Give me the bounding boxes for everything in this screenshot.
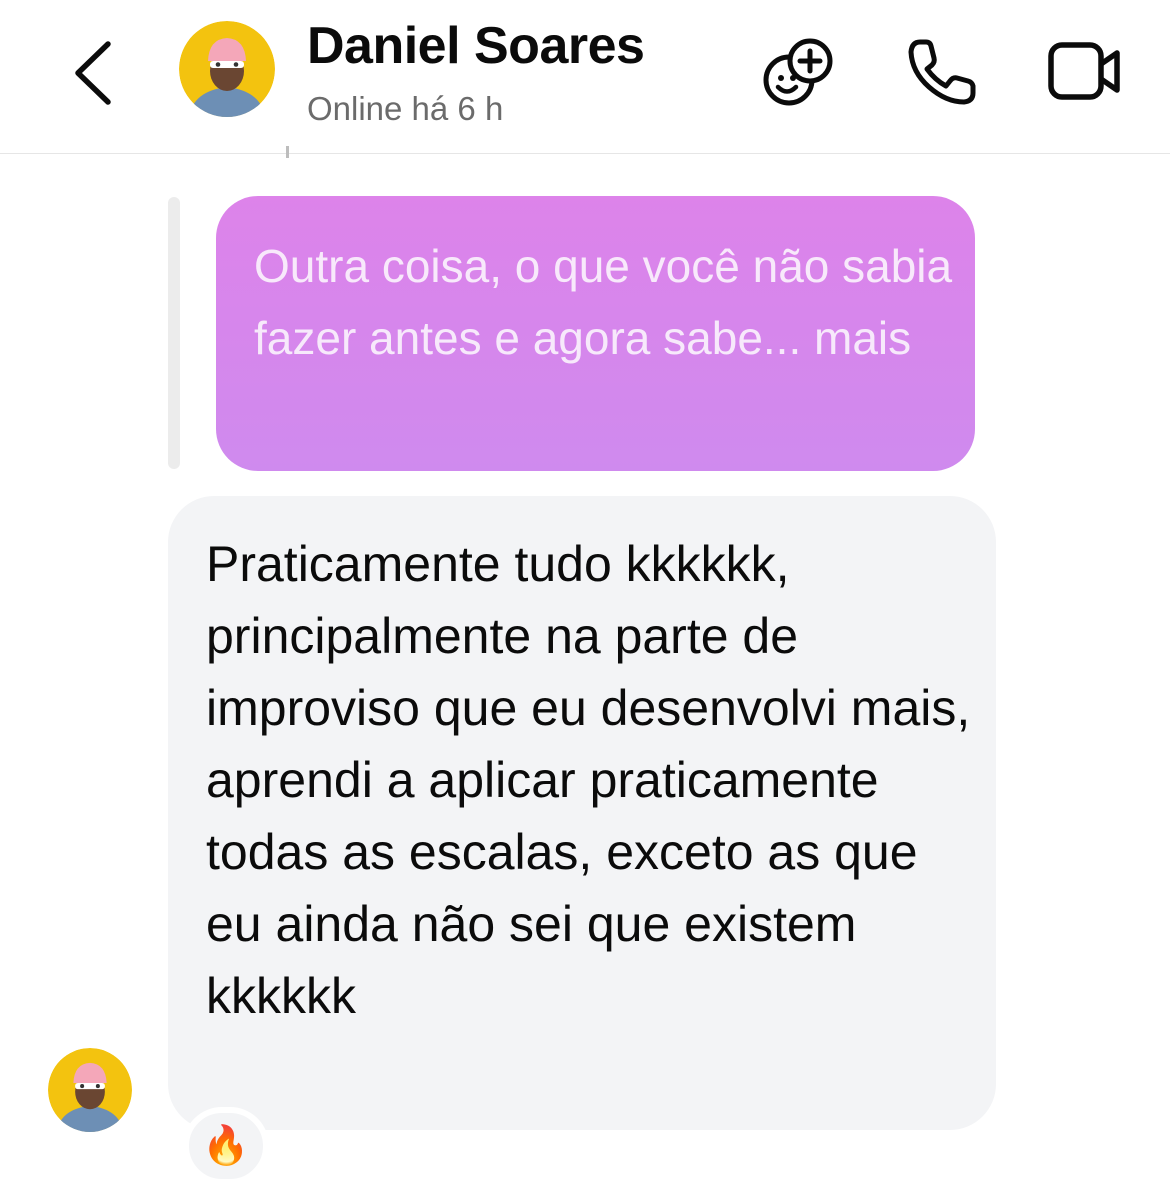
add-effects-icon [763,38,833,106]
received-message-bubble[interactable]: Praticamente tudo kkkkkk, principalmente… [168,496,996,1130]
back-button[interactable] [62,36,128,110]
show-more-link[interactable]: mais [814,312,911,364]
chevron-left-icon [75,41,111,105]
previous-message-edge [286,146,289,158]
online-status: Online há 6 h [307,90,504,127]
message-reaction[interactable]: 🔥 [183,1107,269,1185]
fire-icon: 🔥 [202,1125,250,1167]
avatar-image [48,1048,132,1132]
received-message-text: Praticamente tudo kkkkkk, principalmente… [206,536,971,1024]
video-camera-icon [1048,42,1120,100]
contact-avatar[interactable] [179,21,275,117]
avatar-image [179,21,275,117]
phone-icon [908,39,976,105]
effects-button[interactable] [760,34,840,110]
sender-avatar[interactable] [48,1048,132,1132]
sent-message-bubble[interactable]: Outra coisa, o que você não sabia fazer … [216,196,975,471]
contact-name[interactable]: Daniel Soares [307,16,645,76]
sent-message-text: Outra coisa, o que você não sabia fazer … [254,230,954,374]
audio-call-button[interactable] [902,34,982,110]
reply-thread-bar [168,197,180,469]
video-call-button[interactable] [1044,34,1124,110]
chat-header: Daniel Soares Online há 6 h [0,0,1170,154]
